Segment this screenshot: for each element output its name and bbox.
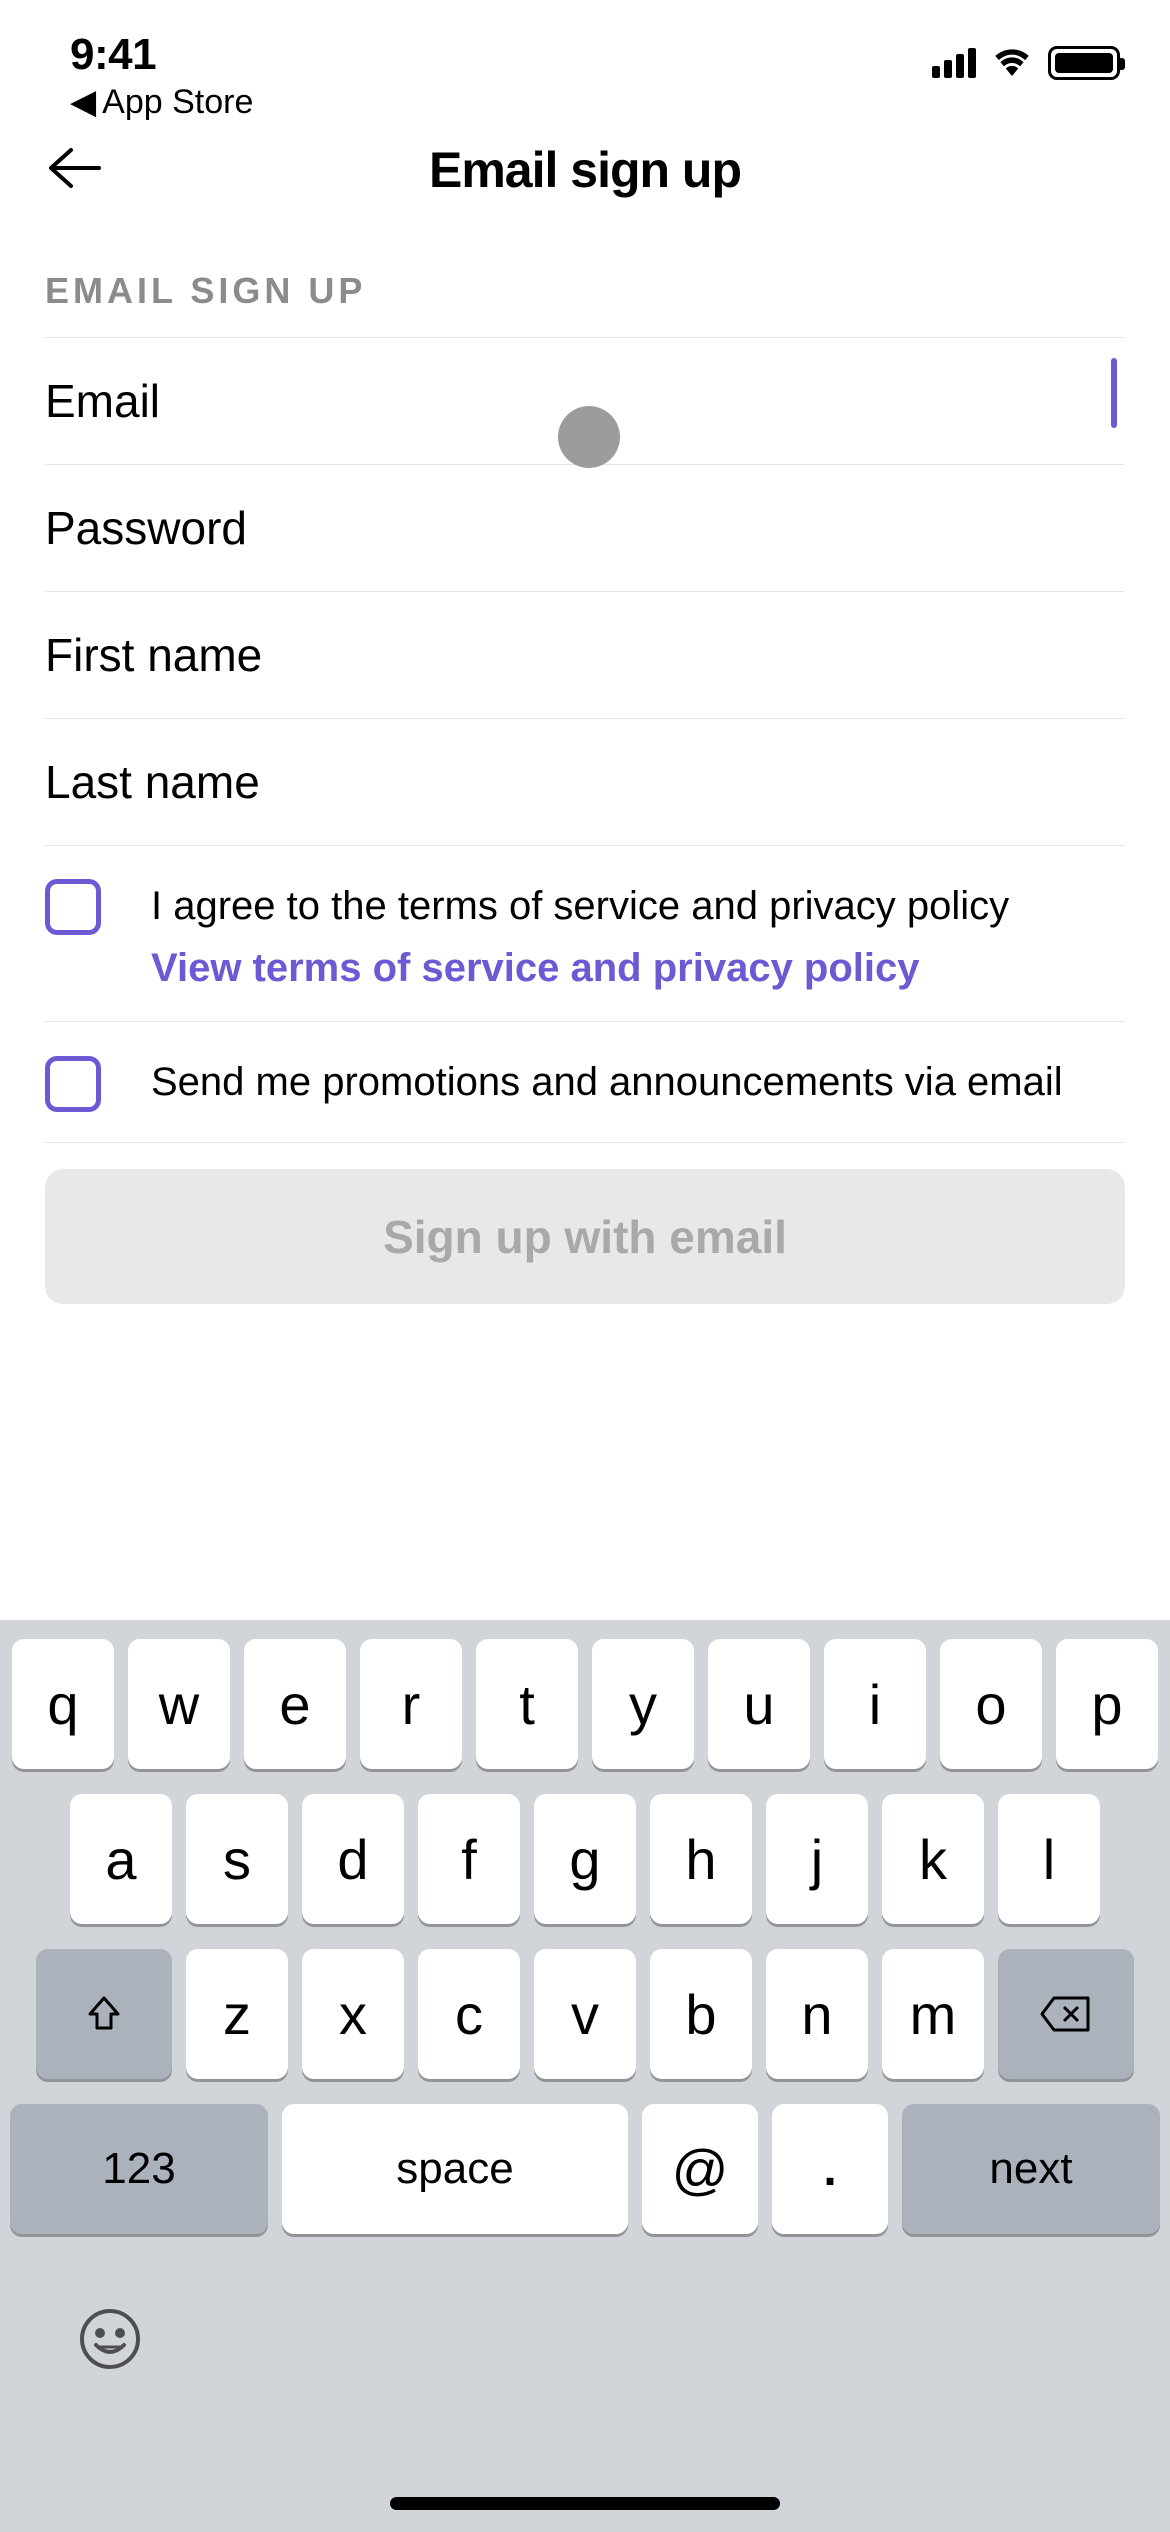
terms-link[interactable]: View terms of service and privacy policy bbox=[151, 946, 1009, 991]
battery-icon bbox=[1048, 46, 1120, 80]
key-z[interactable]: z bbox=[186, 1949, 288, 2079]
key-l[interactable]: l bbox=[998, 1794, 1100, 1924]
key-c[interactable]: c bbox=[418, 1949, 520, 2079]
keyboard-row-1: q w e r t y u i o p bbox=[10, 1639, 1160, 1769]
key-v[interactable]: v bbox=[534, 1949, 636, 2079]
key-i[interactable]: i bbox=[824, 1639, 926, 1769]
key-n[interactable]: n bbox=[766, 1949, 868, 2079]
back-button[interactable] bbox=[45, 144, 103, 197]
key-123[interactable]: 123 bbox=[10, 2104, 268, 2234]
key-shift[interactable] bbox=[36, 1949, 172, 2079]
home-indicator[interactable] bbox=[390, 2497, 780, 2510]
key-f[interactable]: f bbox=[418, 1794, 520, 1924]
key-space[interactable]: space bbox=[282, 2104, 628, 2234]
key-b[interactable]: b bbox=[650, 1949, 752, 2079]
touch-indicator bbox=[558, 406, 620, 468]
status-time: 9:41 bbox=[70, 30, 253, 80]
last-name-field[interactable] bbox=[45, 719, 1125, 845]
promo-checkbox[interactable] bbox=[45, 1056, 101, 1112]
key-a[interactable]: a bbox=[70, 1794, 172, 1924]
key-k[interactable]: k bbox=[882, 1794, 984, 1924]
nav-header: Email sign up bbox=[0, 110, 1170, 230]
key-dot[interactable]: . bbox=[772, 2104, 888, 2234]
cellular-signal-icon bbox=[932, 48, 976, 78]
key-r[interactable]: r bbox=[360, 1639, 462, 1769]
key-t[interactable]: t bbox=[476, 1639, 578, 1769]
keyboard: q w e r t y u i o p a s d f g h j k l z … bbox=[0, 1620, 1170, 2532]
first-name-field[interactable] bbox=[45, 592, 1125, 718]
wifi-icon bbox=[990, 44, 1034, 81]
page-title: Email sign up bbox=[45, 141, 1125, 199]
key-s[interactable]: s bbox=[186, 1794, 288, 1924]
key-o[interactable]: o bbox=[940, 1639, 1042, 1769]
status-bar: 9:41 ◀ App Store bbox=[0, 0, 1170, 110]
key-y[interactable]: y bbox=[592, 1639, 694, 1769]
section-label: EMAIL SIGN UP bbox=[0, 230, 1170, 337]
key-q[interactable]: q bbox=[12, 1639, 114, 1769]
text-cursor bbox=[1111, 358, 1117, 428]
key-j[interactable]: j bbox=[766, 1794, 868, 1924]
terms-text: I agree to the terms of service and priv… bbox=[151, 876, 1009, 936]
key-g[interactable]: g bbox=[534, 1794, 636, 1924]
promo-text: Send me promotions and announcements via… bbox=[151, 1052, 1063, 1112]
key-u[interactable]: u bbox=[708, 1639, 810, 1769]
terms-checkbox[interactable] bbox=[45, 879, 101, 935]
promo-checkbox-row: Send me promotions and announcements via… bbox=[45, 1022, 1125, 1143]
key-p[interactable]: p bbox=[1056, 1639, 1158, 1769]
key-h[interactable]: h bbox=[650, 1794, 752, 1924]
key-at[interactable]: @ bbox=[642, 2104, 758, 2234]
key-delete[interactable] bbox=[998, 1949, 1134, 2079]
key-x[interactable]: x bbox=[302, 1949, 404, 2079]
signup-button[interactable]: Sign up with email bbox=[45, 1169, 1125, 1304]
keyboard-row-3: z x c v b n m bbox=[10, 1949, 1160, 2079]
keyboard-row-2: a s d f g h j k l bbox=[10, 1794, 1160, 1924]
key-next[interactable]: next bbox=[902, 2104, 1160, 2234]
key-w[interactable]: w bbox=[128, 1639, 230, 1769]
key-m[interactable]: m bbox=[882, 1949, 984, 2079]
terms-checkbox-row: I agree to the terms of service and priv… bbox=[45, 846, 1125, 1022]
keyboard-row-4: 123 space @ . next bbox=[10, 2104, 1160, 2234]
password-field[interactable] bbox=[45, 465, 1125, 591]
emoji-icon[interactable] bbox=[78, 2307, 142, 2385]
key-e[interactable]: e bbox=[244, 1639, 346, 1769]
key-d[interactable]: d bbox=[302, 1794, 404, 1924]
